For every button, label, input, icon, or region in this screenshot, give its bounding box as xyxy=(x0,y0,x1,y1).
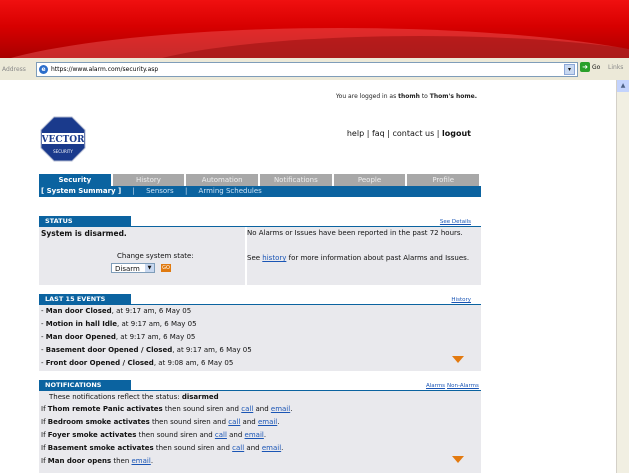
logo-subtext: SECURITY xyxy=(53,149,73,154)
see-details-link[interactable]: See Details xyxy=(440,219,471,225)
address-label: Address xyxy=(2,65,26,73)
alarms-link[interactable]: Alarms xyxy=(426,383,445,389)
list-item: - Man door Closed, at 9:17 am, 6 May 05 xyxy=(41,307,192,315)
list-item: - Man door Opened, at 9:17 am, 6 May 05 xyxy=(41,333,196,341)
events-heading: LAST 15 EVENTS xyxy=(39,294,131,304)
change-state-go-button[interactable]: GO xyxy=(161,264,171,272)
call-link[interactable]: call xyxy=(241,405,253,413)
notifications-intro: These notifications reflect the status: … xyxy=(49,393,219,401)
subnav-system-summary[interactable]: [ System Summary ] xyxy=(41,187,121,195)
system-state-select[interactable]: Disarm ▼ xyxy=(111,263,155,273)
status-right-panel: No Alarms or Issues have been reported i… xyxy=(247,227,481,285)
list-item: If Thom remote Panic activates then soun… xyxy=(41,405,293,413)
email-link[interactable]: email xyxy=(271,405,290,413)
email-link[interactable]: email xyxy=(245,431,264,439)
history-link[interactable]: history xyxy=(262,254,286,262)
go-button[interactable]: ➜ Go xyxy=(580,62,600,72)
notifications-heading: NOTIFICATIONS xyxy=(39,380,131,390)
main-tabs: Security History Automation Notification… xyxy=(39,174,482,186)
history-hint: See history for more information about p… xyxy=(247,254,470,262)
list-item: If Bedroom smoke activates then sound si… xyxy=(41,418,280,426)
faq-link[interactable]: faq xyxy=(372,129,385,138)
logo-text: VECTOR xyxy=(40,135,85,145)
go-arrow-icon: ➜ xyxy=(580,62,590,72)
list-item: If Man door opens then email. xyxy=(41,457,154,465)
change-state-label: Change system state: xyxy=(117,252,194,260)
ie-page-icon: e xyxy=(39,65,48,74)
call-link[interactable]: call xyxy=(228,418,240,426)
contact-link[interactable]: contact us xyxy=(393,129,435,138)
no-alarms-text: No Alarms or Issues have been reported i… xyxy=(247,229,463,237)
chevron-down-icon[interactable]: ▾ xyxy=(564,64,575,75)
expand-events-icon[interactable] xyxy=(452,356,464,363)
address-bar: Address e https://www.alarm.com/security… xyxy=(0,58,629,81)
subnav-arming-schedules[interactable]: Arming Schedules xyxy=(199,187,262,195)
username: thomh xyxy=(398,93,420,100)
security-subnav: [ System Summary ] | Sensors | Arming Sc… xyxy=(39,186,481,197)
tab-profile[interactable]: Profile xyxy=(407,174,482,186)
login-status: You are logged in as thomh to Thom's hom… xyxy=(335,93,477,100)
help-link[interactable]: help xyxy=(347,129,364,138)
email-link[interactable]: email xyxy=(262,444,281,452)
chevron-down-icon: ▼ xyxy=(145,264,154,272)
scroll-up-icon[interactable]: ▲ xyxy=(617,80,629,92)
tab-automation[interactable]: Automation xyxy=(186,174,261,186)
address-url: https://www.alarm.com/security.asp xyxy=(51,66,159,73)
links-button[interactable]: Links xyxy=(608,64,623,71)
tab-history[interactable]: History xyxy=(112,174,187,186)
go-label: Go xyxy=(592,63,601,71)
call-link[interactable]: call xyxy=(215,431,227,439)
non-alarms-link[interactable]: Non-Alarms xyxy=(447,383,479,389)
vertical-scrollbar[interactable]: ▲ xyxy=(616,80,629,473)
home-name: Thom's home. xyxy=(429,93,477,100)
tab-people[interactable]: People xyxy=(333,174,408,186)
list-item: If Foyer smoke activates then sound sire… xyxy=(41,431,267,439)
logout-link[interactable]: logout xyxy=(442,129,471,138)
list-item: If Basement smoke activates then sound s… xyxy=(41,444,284,452)
page-content: You are logged in as thomh to Thom's hom… xyxy=(27,80,483,473)
list-item: - Basement door Opened / Closed, at 9:17… xyxy=(41,346,252,354)
page-viewport: ▲ You are logged in as thomh to Thom's h… xyxy=(0,80,629,473)
browser-banner xyxy=(0,0,629,58)
vector-logo[interactable]: VECTOR SECURITY xyxy=(40,116,86,162)
call-link[interactable]: call xyxy=(232,444,244,452)
system-state-text: System is disarmed. xyxy=(41,229,127,238)
subnav-sensors[interactable]: Sensors xyxy=(146,187,174,195)
email-link[interactable]: email xyxy=(132,457,151,465)
tab-security[interactable]: Security xyxy=(39,174,113,186)
list-item: - Front door Opened / Closed, at 9:08 am… xyxy=(41,359,234,367)
list-item: - Motion in hall Idle, at 9:17 am, 6 May… xyxy=(41,320,197,328)
help-links: help | faq | contact us | logout xyxy=(346,129,471,138)
status-heading: STATUS xyxy=(39,216,131,226)
tab-notifications[interactable]: Notifications xyxy=(260,174,334,186)
status-left-panel: System is disarmed. Change system state:… xyxy=(39,227,245,285)
address-input[interactable]: e https://www.alarm.com/security.asp ▾ xyxy=(36,62,578,77)
email-link[interactable]: email xyxy=(258,418,277,426)
expand-notifications-icon[interactable] xyxy=(452,456,464,463)
events-history-link[interactable]: History xyxy=(451,297,471,303)
